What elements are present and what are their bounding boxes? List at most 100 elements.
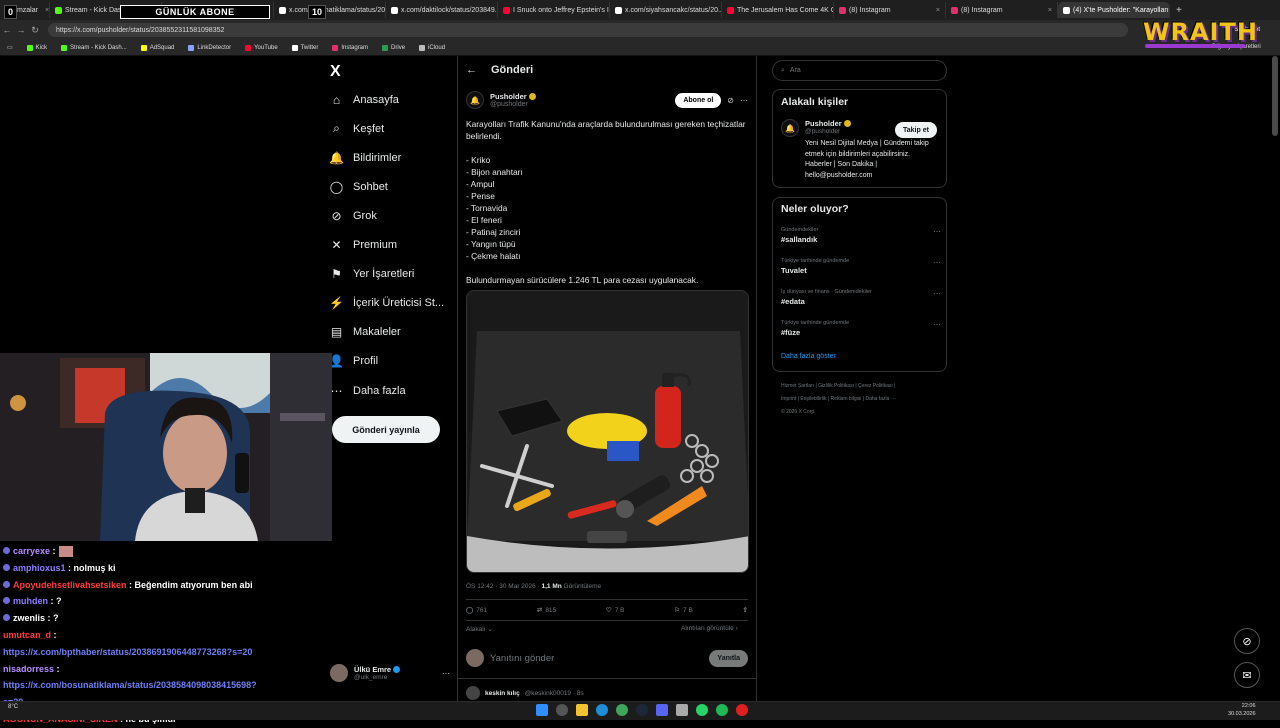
forward-icon[interactable]: →: [14, 25, 28, 35]
chat-username[interactable]: nisadorress: [3, 664, 54, 674]
whatsapp-icon[interactable]: [696, 704, 708, 716]
related-avatar[interactable]: 🔔: [781, 119, 799, 137]
app-icon[interactable]: [676, 704, 688, 716]
more-icon[interactable]: ⋯: [933, 227, 941, 236]
post-button[interactable]: Gönderi yayınla: [332, 416, 440, 443]
close-icon[interactable]: ×: [41, 7, 49, 14]
sidebar-item-makaleler[interactable]: ▤ Makaleler: [330, 325, 401, 339]
sidebar-item-yer-i-şaretleri[interactable]: ⚑ Yer İşaretleri: [330, 267, 414, 281]
messages-float-button[interactable]: ✉: [1234, 662, 1260, 688]
chat-username[interactable]: umutcan_d: [3, 630, 51, 640]
discord-icon[interactable]: [656, 704, 668, 716]
author-name[interactable]: Pusholder: [490, 92, 527, 101]
bookmark-item[interactable]: YouTube: [238, 44, 285, 51]
start-icon[interactable]: [536, 704, 548, 716]
bookmark-item[interactable]: iCloud: [412, 44, 452, 51]
steam-icon[interactable]: [636, 704, 648, 716]
chrome-icon[interactable]: [616, 704, 628, 716]
page-scrollbar[interactable]: [1272, 56, 1278, 136]
more-icon[interactable]: ⋯: [933, 320, 941, 329]
new-tab-icon[interactable]: +: [1170, 5, 1188, 16]
author-handle[interactable]: @pusholder: [490, 101, 536, 108]
trend-item[interactable]: Türkiye tarihinde gündemde Tuvalet ⋯: [781, 258, 941, 275]
reply-submit-button[interactable]: Yanıtla: [709, 649, 748, 667]
x-logo[interactable]: X: [330, 63, 341, 81]
bookmark-item[interactable]: Kick: [20, 44, 54, 51]
repost-button[interactable]: ⇄ 815: [537, 606, 556, 615]
edge-icon[interactable]: [596, 704, 608, 716]
back-icon[interactable]: ←: [0, 25, 14, 35]
reply-input[interactable]: Yanıtını gönder: [490, 653, 554, 664]
chat-link[interactable]: https://x.com/bpthaber/status/2038691906…: [3, 647, 252, 657]
tweet-image[interactable]: [466, 290, 749, 573]
footer-line-1[interactable]: Hizmet Şartları | Gizlilik Politikası | …: [781, 380, 941, 393]
bookmark-item[interactable]: Stream - Kick Dash...: [54, 44, 134, 51]
search-icon[interactable]: [556, 704, 568, 716]
app-icon-red[interactable]: [736, 704, 748, 716]
chat-link[interactable]: https://x.com/bosunatiklama/status/20385…: [3, 680, 257, 690]
view-quotes-link[interactable]: Alıntıları görüntüle ›: [681, 625, 738, 632]
browser-tab[interactable]: (8) Instagram ×: [946, 2, 1058, 18]
sidebar-item-bildirimler[interactable]: 🔔 Bildirimler: [329, 151, 401, 165]
sidebar-item-keşfet[interactable]: ⌕ Keşfet: [330, 121, 384, 135]
browser-tab[interactable]: (4) X'te Pusholder: "Karayolları...×: [1058, 2, 1170, 18]
reload-icon[interactable]: ↻: [28, 25, 42, 36]
bookmark-item[interactable]: Twitter: [285, 44, 326, 51]
back-arrow-icon[interactable]: ←: [466, 64, 477, 76]
reply-button[interactable]: ◯ 761: [466, 606, 487, 615]
browser-tab[interactable]: The Jerusalem Has Come 4K Cl...×: [722, 2, 834, 18]
trend-item[interactable]: İş dünyası ve finans · Gündemdekiler #eda…: [781, 289, 941, 306]
browser-tab[interactable]: x.com/siyahsancakc/status/20...×: [610, 2, 722, 18]
sidebar-item-daha-fazla[interactable]: ⋯ Daha fazla: [330, 384, 406, 398]
more-icon[interactable]: ⋯: [933, 258, 941, 267]
show-more-link[interactable]: Daha fazla göster: [781, 353, 836, 360]
browser-tab[interactable]: x.com/bosunatiklama/status/20...×: [274, 2, 386, 18]
search-input[interactable]: ⌕ Ara: [772, 60, 947, 81]
more-icon[interactable]: ⋯: [933, 289, 941, 298]
chat-username[interactable]: zwenlis: [13, 613, 45, 623]
subscribe-button[interactable]: Abone ol: [675, 92, 722, 108]
bookmark-item[interactable]: AdSquad: [134, 44, 182, 51]
chat-username[interactable]: carryexe: [13, 546, 50, 556]
spotify-icon[interactable]: [716, 704, 728, 716]
close-icon[interactable]: ×: [932, 7, 940, 14]
sidebar-item-premium[interactable]: ✕ Premium: [330, 238, 397, 252]
chat-username[interactable]: Apoyudehsetlivahsetsiken: [13, 580, 127, 590]
chat-username[interactable]: amphioxus1: [13, 563, 66, 573]
bookmark-item[interactable]: Drive: [375, 44, 412, 51]
trend-item[interactable]: Gündemdekiler #sallandık ⋯: [781, 227, 941, 244]
close-icon[interactable]: ×: [1044, 7, 1052, 14]
browser-tab[interactable]: x.com/daktilock/status/203849...×: [386, 2, 498, 18]
footer-line-2[interactable]: Imprint | Erişilebilirlik | Reklam bilgi…: [781, 393, 941, 406]
browser-tab[interactable]: I Snuck onto Jeffrey Epstein's Is...×: [498, 2, 610, 18]
url-field[interactable]: https://x.com/pusholder/status/203855231…: [48, 23, 1128, 37]
clock[interactable]: 22:06 30.03.2026: [1228, 702, 1256, 718]
account-switcher[interactable]: Ülkü Emre @ulk_emre ⋯: [330, 660, 450, 686]
chat-username[interactable]: muhden: [13, 596, 48, 606]
follow-button[interactable]: Takip et: [895, 122, 937, 138]
more-options-icon[interactable]: ⋯: [740, 96, 748, 105]
sidebar-item-profil[interactable]: 👤 Profil: [329, 354, 378, 368]
browser-tab[interactable]: (8) Instagram ×: [834, 2, 946, 18]
grok-icon[interactable]: ⊘: [727, 96, 734, 105]
like-button[interactable]: ♡ 7 B: [606, 606, 625, 615]
sidebar-item-sohbet[interactable]: ◯ Sohbet: [330, 180, 388, 194]
bookmark-item[interactable]: LinkDetector: [181, 44, 238, 51]
weather-widget[interactable]: 8°C: [8, 704, 18, 710]
trend-item[interactable]: Türkiye tarihinde gündemde #füze ⋯: [781, 320, 941, 337]
bookmark-button[interactable]: ⚐ 7 B: [674, 606, 693, 615]
next-reply-preview[interactable]: keskin kılıç @keskink00019 · 8s: [466, 686, 584, 700]
brand-bar: [1145, 44, 1245, 48]
relevance-dropdown[interactable]: Alakalı ⌄: [466, 625, 493, 633]
grok-float-button[interactable]: ⊘: [1234, 628, 1260, 654]
file-explorer-icon[interactable]: [576, 704, 588, 716]
author-avatar[interactable]: 🔔: [466, 91, 484, 109]
sidebar-item-i-çerik-üreticisi-st-[interactable]: ⚡ İçerik Üreticisi St...: [329, 296, 444, 310]
share-button[interactable]: ⇪: [743, 606, 748, 614]
apps-icon[interactable]: ▭: [0, 44, 20, 51]
bookmark-item[interactable]: Instagram: [325, 44, 375, 51]
tweet-timestamp[interactable]: ÖS 12:42 · 30 Mar 2026 ·: [466, 583, 542, 590]
more-icon[interactable]: ⋯: [442, 669, 450, 678]
sidebar-item-anasayfa[interactable]: ⌂ Anasayfa: [330, 93, 399, 107]
sidebar-item-grok[interactable]: ⊘ Grok: [330, 209, 376, 223]
